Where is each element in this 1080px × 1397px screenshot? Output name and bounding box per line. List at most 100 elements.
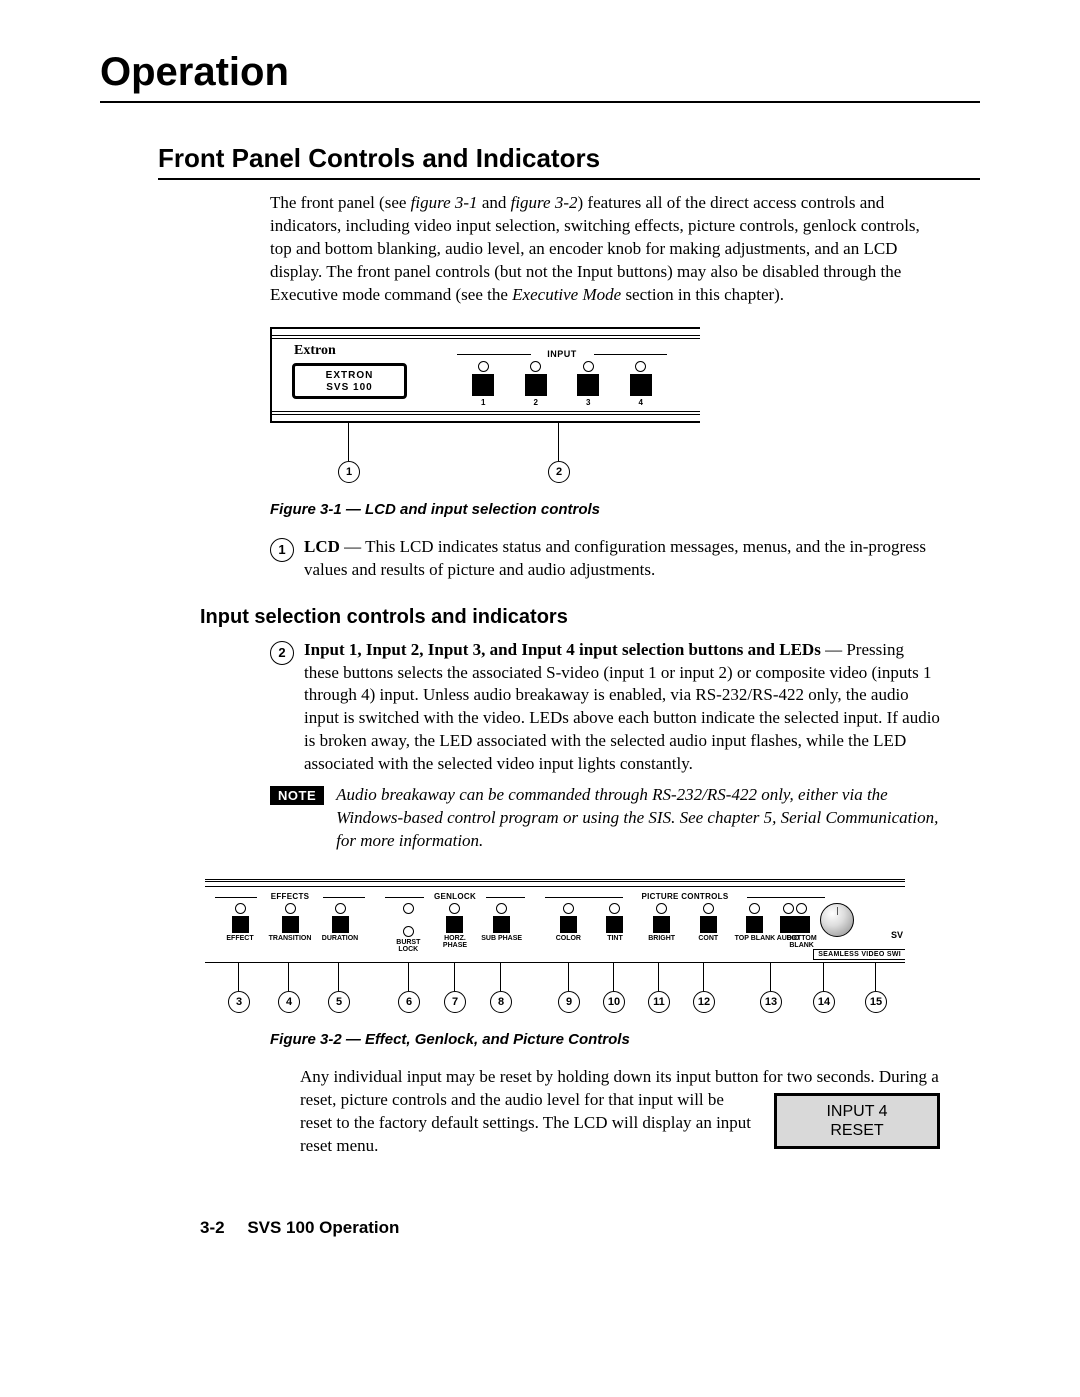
- input-group-label: INPUT: [457, 349, 667, 359]
- callout-badge: 2: [270, 641, 294, 665]
- cont-button: [700, 916, 717, 933]
- callout-marker: 7: [444, 991, 466, 1013]
- subsection-title: Input selection controls and indicators: [200, 606, 980, 629]
- lcd-line-1: EXTRON: [295, 370, 404, 382]
- page: Operation Front Panel Controls and Indic…: [0, 0, 1080, 1278]
- led-icon: [496, 903, 507, 914]
- note-text: Audio breakaway can be commanded through…: [336, 784, 940, 853]
- callout-marker: 9: [558, 991, 580, 1013]
- genlock-group-label: GENLOCK: [385, 892, 525, 901]
- lcd-display: EXTRON SVS 100: [292, 363, 407, 399]
- intro-text: section in this chapter).: [621, 285, 784, 304]
- tint-button: [606, 916, 623, 933]
- effects-group-label: EFFECTS: [215, 892, 365, 901]
- figure-3-2-caption: Figure 3-2 — Effect, Genlock, and Pictur…: [270, 1031, 980, 1048]
- callout-lead: LCD: [304, 537, 340, 556]
- intro-text: and: [478, 193, 511, 212]
- callout-marker-2: 2: [548, 461, 570, 483]
- figure-3-1-caption: Figure 3-1 — LCD and input selection con…: [270, 501, 980, 518]
- callout-marker: 11: [648, 991, 670, 1013]
- seamless-label: SEAMLESS VIDEO SWI: [813, 949, 905, 960]
- callout-lead: Input 1, Input 2, Input 3, and Input 4 i…: [304, 640, 821, 659]
- sub-phase-button: [493, 916, 510, 933]
- section-title: Front Panel Controls and Indicators: [158, 143, 980, 180]
- callout-1: 1 LCD — This LCD indicates status and co…: [270, 536, 940, 582]
- controls-diagram: EFFECTS EFFECT TRANSITION DURATION GENLO…: [205, 879, 905, 963]
- callout-marker: 8: [490, 991, 512, 1013]
- encoder-knob-icon: [820, 903, 854, 937]
- reset-lcd-inset: INPUT 4 RESET: [774, 1093, 940, 1149]
- front-panel-diagram: Extron EXTRON SVS 100 INPUT 1 2 3 4: [270, 327, 700, 423]
- callout-body: — This LCD indicates status and configur…: [304, 537, 926, 579]
- reset-lcd-line-1: INPUT 4: [777, 1102, 937, 1121]
- btn-label: BRIGHT: [640, 935, 684, 942]
- callout-2: 2 Input 1, Input 2, Input 3, and Input 4…: [270, 639, 940, 777]
- led-icon: [403, 903, 414, 914]
- btn-label: CONT: [686, 935, 730, 942]
- led-icon: [285, 903, 296, 914]
- led-icon: [703, 903, 714, 914]
- input-4-button: [630, 374, 652, 396]
- page-number: 3-2: [200, 1218, 225, 1237]
- figure-ref-2: figure 3‑2: [511, 193, 578, 212]
- input-num: 3: [586, 398, 590, 407]
- doc-title: SVS 100 Operation: [247, 1218, 399, 1237]
- spacer: [765, 892, 811, 901]
- input-num: 2: [534, 398, 538, 407]
- led-icon: [609, 903, 620, 914]
- input-2-button: [525, 374, 547, 396]
- transition-button: [282, 916, 299, 933]
- led-icon: [635, 361, 646, 372]
- led-icon: [656, 903, 667, 914]
- figure-ref-1: figure 3‑1: [411, 193, 478, 212]
- callout-body: — Pressing these buttons selects the ass…: [304, 640, 940, 774]
- callout-marker: 10: [603, 991, 625, 1013]
- btn-label: EFFECT: [218, 935, 262, 942]
- intro-text: The front panel (see: [270, 193, 411, 212]
- brand-label: Extron: [292, 343, 338, 359]
- callout-marker: 4: [278, 991, 300, 1013]
- btn-label: DURATION: [318, 935, 362, 942]
- chapter-title: Operation: [100, 50, 980, 103]
- callout-marker: 14: [813, 991, 835, 1013]
- btn-label: BURST LOCK: [386, 939, 430, 953]
- note-block: NOTE Audio breakaway can be commanded th…: [270, 784, 940, 853]
- note-badge: NOTE: [270, 786, 324, 805]
- figure-3-1: Extron EXTRON SVS 100 INPUT 1 2 3 4 1 2: [270, 327, 700, 483]
- led-icon: [563, 903, 574, 914]
- led-icon: [235, 903, 246, 914]
- audio-button: [780, 916, 797, 933]
- btn-label: SUB PHASE: [480, 935, 524, 942]
- btn-label: TRANSITION: [268, 935, 312, 942]
- input-1-button: [472, 374, 494, 396]
- led-icon: [478, 361, 489, 372]
- led-icon: [583, 361, 594, 372]
- intro-paragraph: The front panel (see figure 3‑1 and figu…: [270, 192, 940, 307]
- callout-badge: 1: [270, 538, 294, 562]
- input-3-button: [577, 374, 599, 396]
- color-button: [560, 916, 577, 933]
- sv-text: SV: [891, 930, 903, 940]
- callout-marker: 13: [760, 991, 782, 1013]
- page-footer: 3-2 SVS 100 Operation: [200, 1218, 980, 1238]
- btn-label: COLOR: [546, 935, 590, 942]
- exec-mode-ref: Executive Mode: [512, 285, 621, 304]
- callout-marker: 3: [228, 991, 250, 1013]
- callout-marker: 6: [398, 991, 420, 1013]
- reset-lcd-line-2: RESET: [777, 1121, 937, 1140]
- btn-label: TINT: [593, 935, 637, 942]
- duration-button: [332, 916, 349, 933]
- input-button-group: INPUT 1 2 3 4: [457, 349, 667, 407]
- led-icon: [749, 903, 760, 914]
- reset-paragraph: Any individual input may be reset by hol…: [300, 1066, 940, 1158]
- top-blank-button: [746, 916, 763, 933]
- lcd-line-2: SVS 100: [295, 382, 404, 394]
- effect-button: [232, 916, 249, 933]
- led-icon: [335, 903, 346, 914]
- callout-marker-1: 1: [338, 461, 360, 483]
- led-icon: [783, 903, 794, 914]
- led-icon: [530, 361, 541, 372]
- input-num: 4: [639, 398, 643, 407]
- callout-marker: 5: [328, 991, 350, 1013]
- horz-phase-button: [446, 916, 463, 933]
